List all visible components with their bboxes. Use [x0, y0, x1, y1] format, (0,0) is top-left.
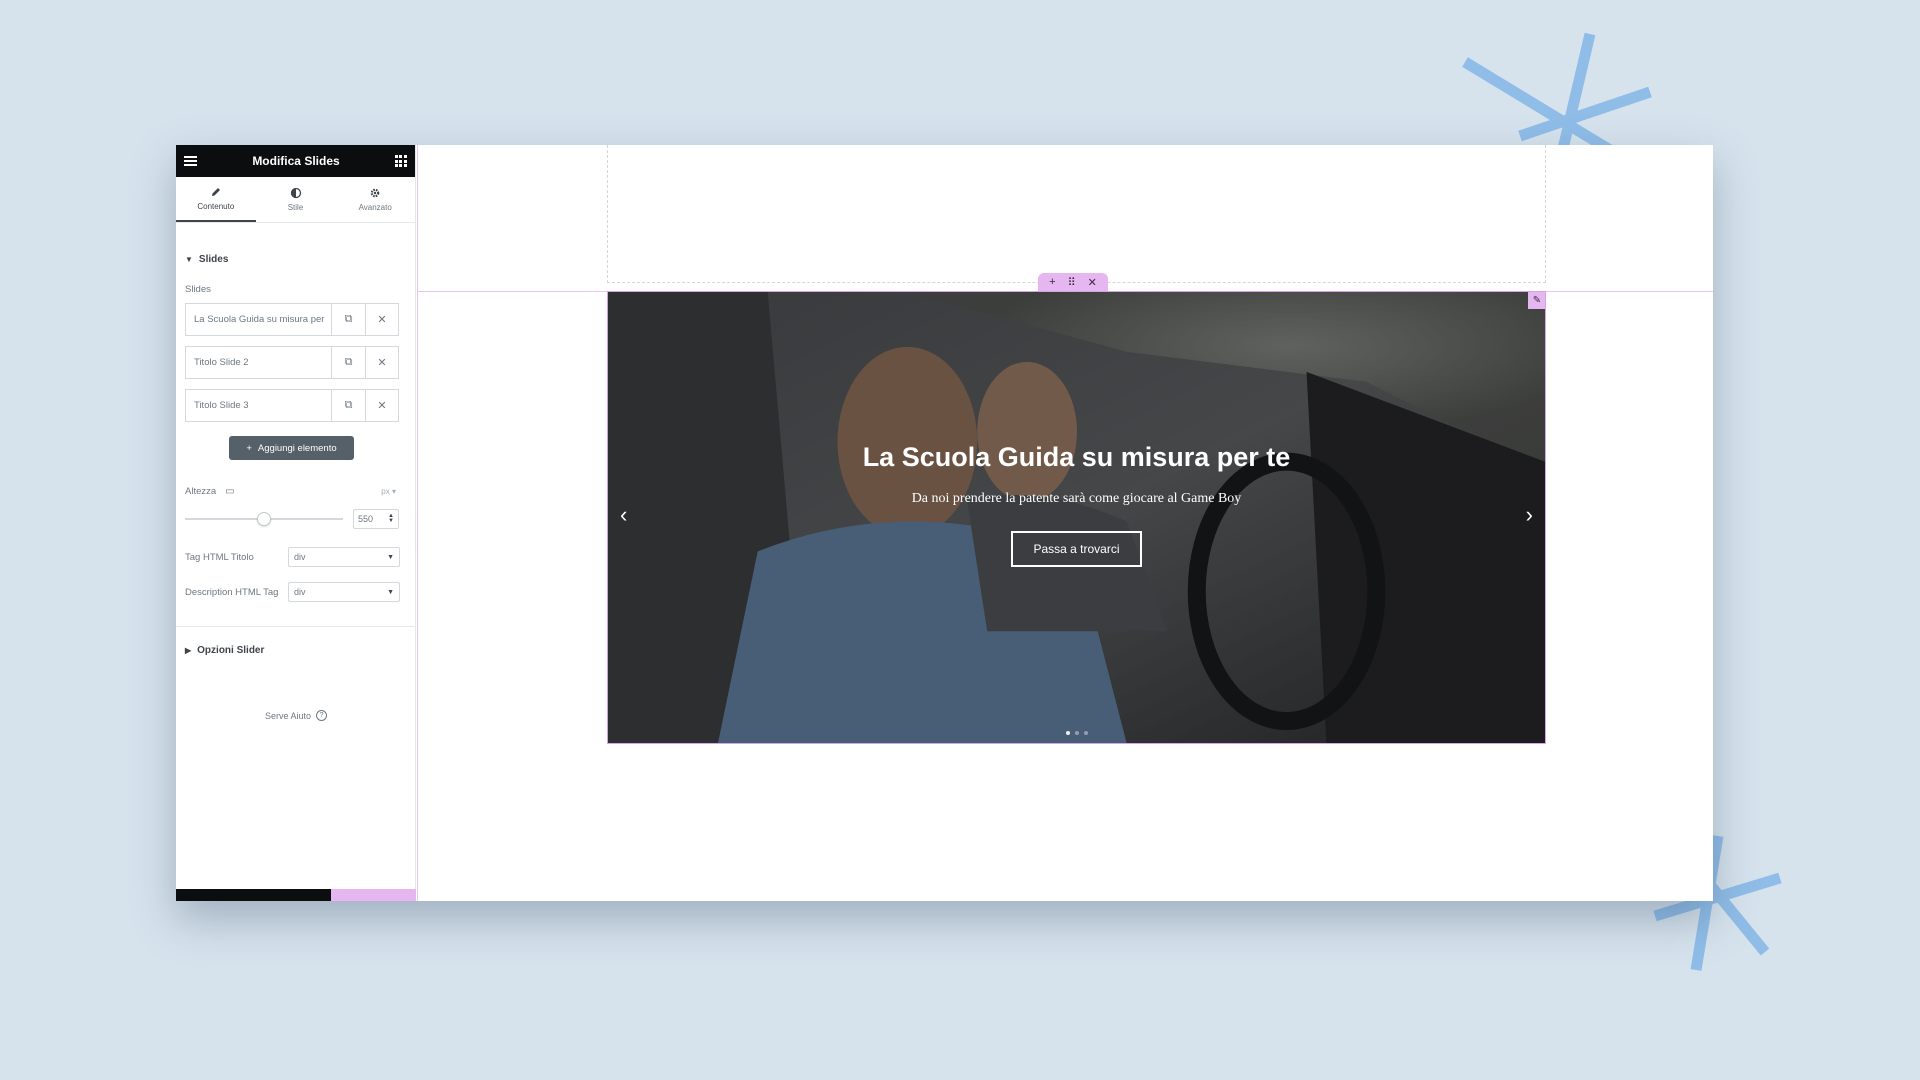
- tab-label: Stile: [287, 203, 304, 212]
- repeater-item[interactable]: Titolo Slide 3 ⧉ ✕: [185, 389, 399, 422]
- slides-label: Slides: [185, 284, 211, 295]
- edit-widget-icon[interactable]: ✎: [1528, 292, 1545, 309]
- unit-selector[interactable]: px ▾: [381, 487, 396, 496]
- close-icon[interactable]: ✕: [365, 347, 398, 378]
- desktop-icon[interactable]: ▭: [225, 486, 234, 497]
- next-slide-arrow-icon[interactable]: ›: [1526, 502, 1533, 528]
- slide-description: Da noi prendere la patente sarà come gio…: [911, 491, 1242, 506]
- caret-right-icon: ▶: [185, 646, 192, 655]
- title-tag-label: Tag HTML Titolo: [185, 551, 254, 563]
- slide-cta-button[interactable]: Passa a trovarci: [1011, 531, 1142, 567]
- add-item-label: Aggiungi elemento: [257, 442, 337, 454]
- duplicate-icon[interactable]: ⧉: [332, 304, 365, 335]
- title-tag-control: Tag HTML Titolo div ▼: [176, 547, 416, 567]
- height-label: Altezza: [185, 485, 217, 497]
- dropdown-arrow-icon: ▼: [387, 553, 394, 561]
- repeater-item-title[interactable]: La Scuola Guida su misura per: [186, 304, 332, 335]
- slider-handle[interactable]: [257, 512, 271, 526]
- help-label: Serve Aiuto: [264, 710, 312, 721]
- close-icon[interactable]: ✕: [365, 304, 398, 335]
- stepper-icon[interactable]: ▲ ▼: [388, 513, 394, 524]
- contrast-icon: [290, 187, 301, 199]
- section-handle[interactable]: + ⠿ ✕: [1038, 273, 1108, 291]
- tab-label: Avanzato: [358, 203, 392, 212]
- desc-tag-select[interactable]: div ▼: [288, 582, 400, 602]
- title-tag-select[interactable]: div ▼: [288, 547, 400, 567]
- pagination-dot[interactable]: [1074, 731, 1079, 735]
- footer-toolbar: [176, 889, 331, 901]
- slides-widget[interactable]: La Scuola Guida su misura per te Da noi …: [607, 291, 1546, 744]
- title-tag-value: div: [294, 552, 306, 562]
- height-control: Altezza ▭ px ▾: [176, 484, 416, 498]
- delete-section-icon[interactable]: ✕: [1088, 276, 1097, 289]
- plus-icon: +: [246, 442, 252, 454]
- add-section-icon[interactable]: +: [1049, 276, 1055, 288]
- hamburger-menu-icon[interactable]: [184, 156, 197, 166]
- preview-canvas: + ⠿ ✕ La Scuola Guida su misura per te D…: [417, 145, 1713, 901]
- repeater-item[interactable]: La Scuola Guida su misura per ⧉ ✕: [185, 303, 399, 336]
- tab-contenuto[interactable]: Contenuto: [176, 177, 256, 222]
- widgets-grid-icon[interactable]: [394, 155, 407, 167]
- repeater-item[interactable]: Titolo Slide 2 ⧉ ✕: [185, 346, 399, 379]
- close-icon[interactable]: ✕: [365, 390, 398, 421]
- duplicate-icon[interactable]: ⧉: [332, 347, 365, 378]
- section-slides-title: Slides: [198, 254, 229, 265]
- section-divider: [176, 626, 416, 627]
- update-button[interactable]: [331, 889, 416, 901]
- pagination-dot[interactable]: [1065, 731, 1070, 735]
- empty-section-placeholder: [607, 145, 1546, 283]
- gear-icon: [370, 188, 380, 198]
- pencil-icon: [211, 188, 220, 196]
- pagination-dot[interactable]: [1083, 731, 1088, 735]
- slide-heading: La Scuola Guida su misura per te: [862, 442, 1291, 472]
- section-slider-options-title: Opzioni Slider: [197, 645, 265, 656]
- panel-header: Modifica Slides: [176, 145, 415, 177]
- editor-window: Modifica Slides Contenuto Stile Avanzato…: [176, 145, 1713, 901]
- desc-tag-label: Description HTML Tag: [185, 586, 279, 598]
- section-slider-options-toggle[interactable]: ▶ Opzioni Slider: [176, 645, 273, 656]
- panel-title: Modifica Slides: [252, 154, 340, 168]
- prev-slide-arrow-icon[interactable]: ‹: [620, 502, 627, 528]
- desc-tag-control: Description HTML Tag div ▼: [176, 582, 416, 602]
- height-value: 550: [358, 514, 374, 524]
- duplicate-icon[interactable]: ⧉: [332, 390, 365, 421]
- repeater-item-title[interactable]: Titolo Slide 3: [186, 390, 332, 421]
- panel-tabs: Contenuto Stile Avanzato: [176, 177, 415, 223]
- panel-footer: [176, 889, 416, 901]
- editor-panel: Modifica Slides Contenuto Stile Avanzato…: [176, 145, 416, 901]
- asterisk-decoration-top: [1462, 32, 1652, 150]
- help-link[interactable]: Serve Aiuto ?: [176, 710, 416, 721]
- add-item-button[interactable]: + Aggiungi elemento: [229, 436, 354, 460]
- height-number-input[interactable]: 550 ▲ ▼: [353, 509, 399, 529]
- caret-down-icon: ▼: [185, 255, 193, 264]
- tab-stile[interactable]: Stile: [256, 177, 336, 222]
- question-icon: ?: [316, 710, 328, 721]
- drag-handle-icon[interactable]: ⠿: [1068, 276, 1076, 289]
- tab-avanzato[interactable]: Avanzato: [335, 177, 415, 222]
- unit-label: px: [381, 486, 390, 496]
- section-slides-toggle[interactable]: ▼ Slides: [176, 254, 237, 265]
- tab-label: Contenuto: [197, 202, 235, 211]
- repeater-item-title[interactable]: Titolo Slide 2: [186, 347, 332, 378]
- desc-tag-value: div: [294, 587, 306, 597]
- slide-pagination: [1065, 731, 1088, 735]
- dropdown-arrow-icon: ▼: [387, 588, 394, 596]
- slide-content: La Scuola Guida su misura per te Da noi …: [608, 442, 1545, 567]
- height-slider[interactable]: [185, 512, 343, 526]
